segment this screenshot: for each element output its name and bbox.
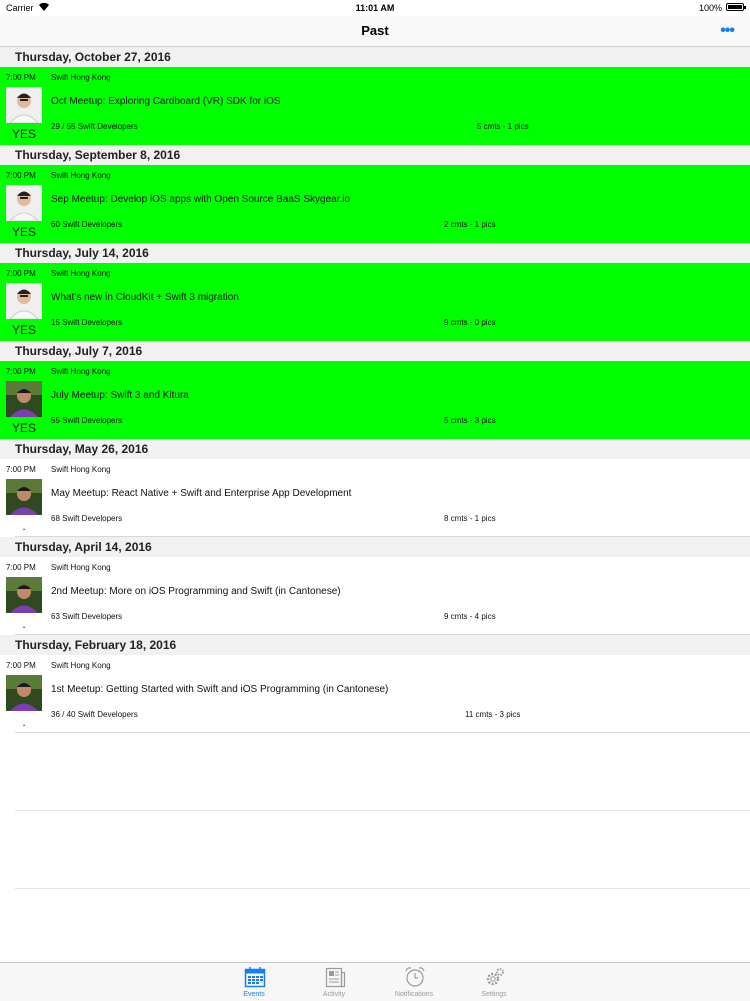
event-stats: 5 cmts - 1 pics	[477, 122, 529, 131]
event-group: Swift Hong Kong	[51, 73, 111, 82]
event-stats: 9 cmts - 4 pics	[444, 612, 496, 621]
event-time: 7:00 PM	[6, 367, 36, 376]
rsvp-status: .	[22, 519, 26, 533]
section-header-date: Thursday, April 14, 2016	[0, 537, 750, 557]
event-group: Swift Hong Kong	[51, 269, 111, 278]
event-time: 7:00 PM	[6, 171, 36, 180]
event-stats: 11 cmts - 3 pics	[465, 710, 521, 719]
event-group: Swift Hong Kong	[51, 661, 111, 670]
rsvp-status: .	[22, 617, 26, 631]
events-list: Thursday, October 27, 2016 7:00 PM Swift H…	[0, 47, 750, 733]
event-attendees: 29 / 55 Swift Developers	[51, 122, 138, 131]
event-attendees: 55 Swift Developers	[51, 416, 123, 425]
avatar	[6, 381, 42, 417]
avatar	[6, 185, 42, 221]
event-row[interactable]: 7:00 PM Swift Hong Kong YES What's new in C…	[0, 263, 750, 341]
rsvp-status: .	[22, 715, 26, 729]
event-stats: 5 cmts - 3 pics	[444, 416, 496, 425]
gear-icon	[484, 966, 506, 988]
section-header-date: Thursday, October 27, 2016	[0, 47, 750, 67]
tab-events-label: Events	[243, 991, 265, 998]
event-group: Swift Hong Kong	[51, 563, 111, 572]
event-row[interactable]: 7:00 PM Swift Hong Kong YES July Meetup: Sw…	[0, 361, 750, 439]
battery-percent: 100%	[698, 3, 722, 13]
section-header-date: Thursday, September 8, 2016	[0, 145, 750, 165]
empty-row-separator	[15, 810, 750, 811]
status-bar: Carrier 11:01 AM 100%	[0, 0, 750, 16]
rsvp-status: YES	[11, 225, 36, 239]
section-header-date: Thursday, May 26, 2016	[0, 439, 750, 459]
avatar	[6, 283, 42, 319]
rsvp-status: YES	[11, 323, 36, 337]
event-title: Sep Meetup: Develop iOS apps with Open S…	[51, 194, 351, 205]
section-header-date: Thursday, July 14, 2016	[0, 243, 750, 263]
rsvp-status: YES	[11, 421, 36, 435]
event-time: 7:00 PM	[6, 269, 36, 278]
event-stats: 2 cmts - 1 pics	[444, 220, 496, 229]
event-row[interactable]: 7:00 PM Swift Hong Kong YES Sep Meetup: Dev…	[0, 165, 750, 243]
tab-bar: Events Activity Notifications Settings	[0, 962, 750, 1001]
tab-activity[interactable]: Activity	[304, 964, 364, 1000]
event-stats: 9 cmts - 0 pics	[444, 318, 496, 327]
section-header-date: Thursday, February 18, 2016	[0, 635, 750, 655]
tab-notifications-label: Notifications	[394, 991, 434, 998]
event-row[interactable]: 7:00 PM Swift Hong Kong YES Oct Meetup: Exp…	[0, 67, 750, 145]
event-row[interactable]: 7:00 PM Swift Hong Kong. May Meetup: React…	[0, 459, 750, 537]
tab-settings[interactable]: Settings	[464, 964, 524, 1000]
event-title: What's new in CloudKit + Swift 3 migrati…	[51, 292, 239, 303]
event-group: Swift Hong Kong	[51, 465, 111, 474]
event-attendees: 60 Swift Developers	[51, 220, 123, 229]
avatar	[6, 479, 42, 515]
avatar	[6, 577, 42, 613]
event-title: May Meetup: React Native + Swift and Ent…	[51, 488, 352, 499]
event-row[interactable]: 7:00 PM Swift Hong Kong. 2nd Meetup: More …	[0, 557, 750, 635]
avatar	[6, 87, 42, 123]
event-title: July Meetup: Swift 3 and Kitura	[51, 390, 189, 401]
event-title: 1st Meetup: Getting Started with Swift a…	[51, 684, 389, 695]
event-title: Oct Meetup: Exploring Cardboard (VR) SDK…	[51, 96, 281, 107]
tab-events[interactable]: Events	[224, 964, 284, 1000]
event-time: 7:00 PM	[6, 661, 36, 670]
newspaper-icon	[324, 966, 346, 988]
row-separator	[15, 536, 750, 537]
calendar-icon	[244, 966, 266, 988]
battery-icon	[726, 3, 746, 11]
event-attendees: 63 Swift Developers	[51, 612, 123, 621]
event-attendees: 36 / 40 Swift Developers	[51, 710, 138, 719]
page-title: Past	[361, 23, 389, 38]
clock-label: 11:01 AM	[355, 3, 395, 13]
event-attendees: 68 Swift Developers	[51, 514, 123, 523]
event-stats: 8 cmts - 1 pics	[444, 514, 496, 523]
event-group: Swift Hong Kong	[51, 171, 111, 180]
section-header-date: Thursday, July 7, 2016	[0, 341, 750, 361]
tab-settings-label: Settings	[481, 991, 507, 998]
navigation-bar: Past •••	[0, 16, 750, 47]
tab-notifications[interactable]: Notifications	[384, 964, 444, 1000]
event-title: 2nd Meetup: More on iOS Programming and …	[51, 586, 341, 597]
event-attendees: 15 Swift Developers	[51, 318, 123, 327]
event-time: 7:00 PM	[6, 563, 36, 572]
event-time: 7:00 PM	[6, 73, 36, 82]
avatar	[6, 675, 42, 711]
more-options-button[interactable]: •••	[720, 22, 735, 40]
event-group: Swift Hong Kong	[51, 367, 111, 376]
tab-activity-label: Activity	[322, 991, 346, 998]
empty-row-separator	[15, 888, 750, 889]
event-row[interactable]: 7:00 PM Swift Hong Kong. 1st Meetup: Getti…	[0, 655, 750, 733]
alarm-clock-icon	[404, 966, 426, 988]
rsvp-status: YES	[11, 127, 36, 141]
row-separator	[15, 634, 750, 635]
row-separator	[15, 732, 750, 733]
event-time: 7:00 PM	[6, 465, 36, 474]
